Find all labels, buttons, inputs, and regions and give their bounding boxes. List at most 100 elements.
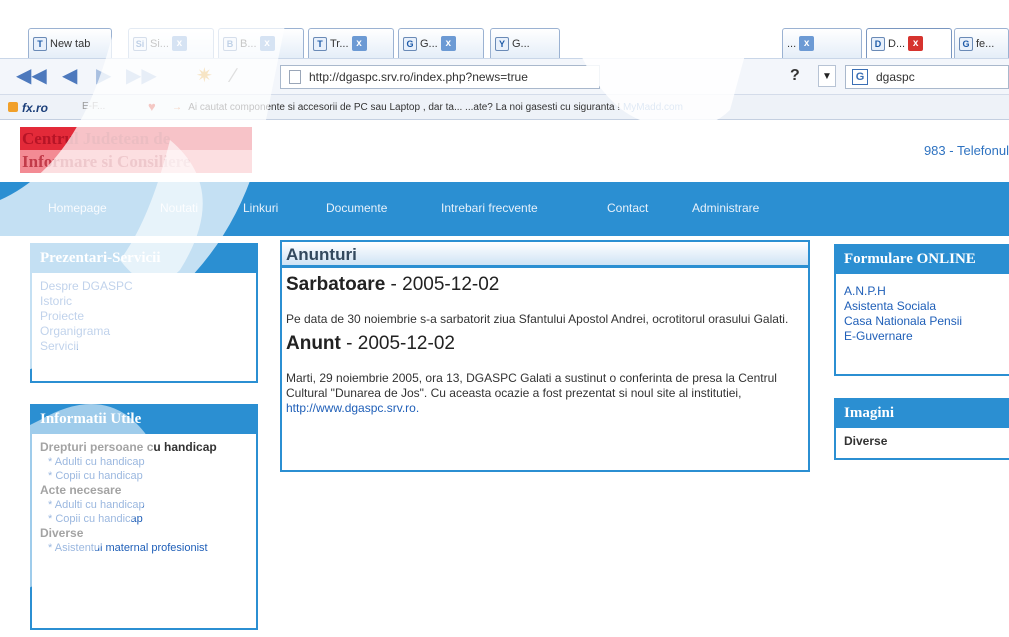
- news-title[interactable]: Anunt - 2005-12-02: [286, 333, 808, 355]
- menu-administrare[interactable]: Administrare: [692, 201, 759, 215]
- box-title: Imagini: [836, 400, 1009, 428]
- list-item[interactable]: * Asistentul maternal profesionist: [40, 541, 248, 555]
- bookmark-fx[interactable]: fx.ro: [22, 101, 48, 115]
- news-body: Pe data de 30 noiembrie s-a sarbatorit z…: [286, 312, 789, 326]
- close-icon[interactable]: x: [351, 36, 367, 51]
- gallery-category[interactable]: Diverse: [844, 434, 1004, 449]
- tab-label: D...: [888, 37, 906, 50]
- informatii-utile-box: Informatii Utile Drepturi persoane cu ha…: [30, 404, 258, 630]
- site-title-line2: Informare si Consiliere: [20, 150, 252, 173]
- rewind-icon[interactable]: ◀◀: [16, 66, 47, 86]
- link-servicii[interactable]: Servicii: [40, 339, 248, 354]
- forward-icon[interactable]: ▶: [96, 66, 111, 86]
- browser-tab-bar: T New tab Si Si... x B B... x T Tr... x …: [0, 0, 1009, 60]
- formulare-online-box: Formulare ONLINE A.N.P.H Asistenta Socia…: [834, 244, 1009, 376]
- box-title: Formulare ONLINE: [836, 246, 1009, 274]
- box-body: Drepturi persoane cu handicap * Adulti c…: [32, 434, 256, 561]
- link-proiecte[interactable]: Proiecte: [40, 309, 248, 324]
- tab-label: Si...: [150, 37, 169, 50]
- search-value: dgaspc: [876, 70, 915, 84]
- tab-favicon: Y: [495, 36, 509, 51]
- tab-d-active[interactable]: D D... x: [866, 28, 952, 58]
- link-asistenta-sociala[interactable]: Asistenta Sociala: [844, 299, 1004, 314]
- news-body: Marti, 29 noiembrie 2005, ora 13, DGASPC…: [286, 371, 777, 415]
- list-item[interactable]: * Adulti cu handicap: [40, 498, 248, 512]
- reload-icon[interactable]: ✷: [196, 66, 213, 86]
- menu-homepage[interactable]: Homepage: [48, 201, 107, 215]
- box-title: Prezentari-Servicii: [32, 245, 256, 273]
- tab-tr[interactable]: T Tr... x: [308, 28, 394, 58]
- site-title[interactable]: Centrul Judetean de Informare si Consili…: [20, 127, 260, 173]
- link-istoric[interactable]: Istoric: [40, 294, 248, 309]
- menu-linkuri[interactable]: Linkuri: [243, 201, 278, 215]
- anunturi-box: Anunturi Sarbatoare - 2005-12-02 Pe data…: [280, 240, 810, 472]
- close-icon[interactable]: x: [259, 36, 275, 51]
- menu-contact[interactable]: Contact: [607, 201, 648, 215]
- tab-new-tab[interactable]: T New tab: [28, 28, 112, 58]
- tab-label: G...: [512, 37, 530, 50]
- page-icon: [289, 70, 301, 84]
- google-search-icon: G: [852, 69, 868, 85]
- close-icon[interactable]: x: [799, 36, 815, 51]
- back-icon[interactable]: ◀: [62, 66, 77, 86]
- news-title[interactable]: Sarbatoare - 2005-12-02: [286, 274, 808, 296]
- section-title: Anunturi: [282, 242, 808, 268]
- main-menu: Homepage Noutati Linkuri Documente Intre…: [0, 182, 1009, 236]
- prezentari-servicii-box: Prezentari-Servicii Despre DGASPC Istori…: [30, 243, 258, 383]
- google-icon: G: [959, 36, 973, 51]
- chevron-down-icon[interactable]: ▼: [818, 65, 836, 87]
- bookmark-other[interactable]: E-F...: [82, 101, 105, 112]
- tab-g[interactable]: G G... x: [398, 28, 484, 58]
- box-body: Despre DGASPC Istoric Proiecte Organigra…: [32, 273, 256, 360]
- stop-icon[interactable]: ∕: [232, 66, 235, 86]
- search-input[interactable]: G dgaspc: [845, 65, 1009, 89]
- tab-label: Tr...: [330, 37, 349, 50]
- menu-noutati[interactable]: Noutati: [160, 201, 198, 215]
- tab-fe[interactable]: G fe...: [954, 28, 1009, 58]
- tab-label: ...: [787, 37, 797, 50]
- tab-yg[interactable]: Y G...: [490, 28, 560, 58]
- tab-favicon: G: [403, 36, 417, 51]
- tab-label: G...: [420, 37, 438, 50]
- link-organigrama[interactable]: Organigrama: [40, 324, 248, 339]
- imagini-box: Imagini Diverse: [834, 398, 1009, 460]
- link-casa-nationala-pensii[interactable]: Casa Nationala Pensii: [844, 314, 1004, 329]
- tab-hidden[interactable]: ... x: [782, 28, 862, 58]
- new-tab-icon: T: [33, 36, 47, 51]
- arrow-icon: →: [172, 102, 182, 113]
- fast-forward-icon[interactable]: ▶▶: [126, 66, 157, 86]
- list-item[interactable]: * Adulti cu handicap: [40, 455, 248, 469]
- list-item[interactable]: * Copii cu handicap: [40, 512, 248, 526]
- list-item[interactable]: * Copii cu handicap: [40, 469, 248, 483]
- site-link[interactable]: http://www.dgaspc.srv.ro.: [286, 401, 419, 415]
- close-icon[interactable]: x: [908, 36, 924, 51]
- fx-bookmark-icon: [8, 102, 18, 112]
- section-heading: Diverse: [40, 526, 84, 540]
- url-text: http://dgaspc.srv.ro/index.php?news=true: [309, 70, 528, 84]
- phone-number: 983 - Telefonul: [923, 143, 1009, 158]
- ad-ticker[interactable]: → Ai cautat componente si accesorii de P…: [172, 102, 683, 113]
- tab-si[interactable]: Si Si... x: [128, 28, 214, 58]
- tab-favicon: B: [223, 36, 237, 51]
- link-anph[interactable]: A.N.P.H: [844, 284, 1004, 299]
- menu-documente[interactable]: Documente: [326, 201, 387, 215]
- box-body: A.N.P.H Asistenta Sociala Casa Nationala…: [836, 274, 1009, 350]
- close-icon[interactable]: x: [440, 36, 456, 51]
- heart-icon[interactable]: ♥: [148, 99, 156, 114]
- ticker-link[interactable]: MyMadd.com: [623, 102, 683, 113]
- close-icon[interactable]: x: [171, 36, 187, 51]
- site-title-line1: Centrul Judetean de: [20, 127, 252, 150]
- tab-label: New tab: [50, 37, 91, 50]
- help-icon[interactable]: ?: [790, 67, 800, 85]
- menu-intrebari-frecvente[interactable]: Intrebari frecvente: [441, 201, 538, 215]
- section-heading: Drepturi persoane cu handicap: [40, 440, 217, 454]
- tab-favicon: Si: [133, 36, 147, 51]
- url-field[interactable]: http://dgaspc.srv.ro/index.php?news=true: [280, 65, 600, 89]
- bookmarks-bar: fx.ro E-F... ♥ → Ai cautat componente si…: [0, 94, 1009, 120]
- link-e-guvernare[interactable]: E-Guvernare: [844, 329, 1004, 344]
- link-despre[interactable]: Despre DGASPC: [40, 279, 248, 294]
- box-body: Diverse: [836, 428, 1009, 455]
- tab-label: fe...: [976, 37, 995, 50]
- tab-b[interactable]: B B... x: [218, 28, 304, 58]
- tab-label: B...: [240, 37, 257, 50]
